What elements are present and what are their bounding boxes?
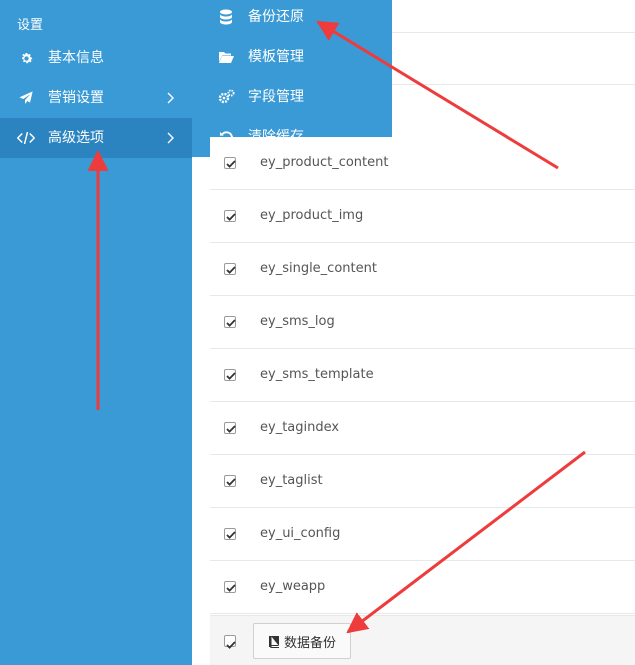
table-row[interactable]: ey_ui_config (210, 508, 635, 561)
footer-row: 数据备份 (210, 615, 635, 665)
sidebar-item-marketing[interactable]: 营销设置 (0, 78, 192, 118)
check-icon (226, 372, 236, 380)
row-checkbox[interactable] (224, 528, 236, 540)
sidebar-item-label: 高级选项 (48, 130, 104, 146)
table-name: ey_product_img (260, 208, 364, 223)
check-icon (226, 266, 236, 274)
table-name: ey_taglist (260, 473, 323, 488)
row-checkbox[interactable] (224, 316, 236, 328)
sidebar-item-label: 基本信息 (48, 50, 104, 66)
row-checkbox[interactable] (224, 369, 236, 381)
check-icon (226, 531, 236, 539)
book-icon (268, 635, 279, 648)
check-icon (226, 213, 236, 221)
table-name: ey_product_content (260, 155, 389, 170)
table-name: ey_ui_config (260, 526, 341, 541)
check-icon (226, 641, 236, 649)
data-backup-button[interactable]: 数据备份 (253, 623, 351, 659)
table-name: ey_weapp (260, 579, 326, 594)
table-row[interactable]: ey_weapp (210, 561, 635, 614)
table-name: ey_single_content (260, 261, 377, 276)
table-list: ey_product_content ey_product_img ey_singl… (210, 0, 635, 665)
check-icon (226, 319, 236, 327)
table-row[interactable]: ey_single_content (210, 243, 635, 296)
table-name: ey_sms_template (260, 367, 374, 382)
check-icon (226, 478, 236, 486)
table-row[interactable]: ey_tagindex (210, 402, 635, 455)
row-checkbox[interactable] (224, 475, 236, 487)
row-checkbox[interactable] (224, 581, 236, 593)
select-all-checkbox[interactable] (224, 635, 236, 649)
table-row[interactable]: ey_sms_template (210, 349, 635, 402)
table-row[interactable]: ey_product_content (210, 137, 635, 190)
table-name: ey_tagindex (260, 420, 340, 435)
sidebar-section-title: 设置 (17, 18, 44, 33)
row-checkbox[interactable] (224, 210, 236, 222)
table-row[interactable]: ey_taglist (210, 455, 635, 508)
row-checkbox[interactable] (224, 422, 236, 434)
code-icon (17, 129, 35, 147)
row-checkbox[interactable] (224, 157, 236, 169)
gear-icon (17, 49, 35, 67)
sidebar-item-basic-info[interactable]: 基本信息 (0, 38, 192, 78)
table-name: ey_sms_log (260, 314, 335, 329)
chevron-right-icon (167, 132, 174, 144)
chevron-right-icon (167, 92, 174, 104)
table-row[interactable]: ey_sms_log (210, 296, 635, 349)
sidebar-item-advanced[interactable]: 高级选项 (0, 118, 192, 158)
check-icon (226, 584, 236, 592)
sidebar-item-label: 营销设置 (48, 90, 104, 106)
check-icon (226, 425, 236, 433)
check-icon (226, 160, 236, 168)
sidebar: 设置 基本信息 营销设置 高级选项 (0, 0, 192, 665)
row-checkbox[interactable] (224, 263, 236, 275)
paper-plane-icon (17, 89, 35, 107)
backup-button-label: 数据备份 (283, 635, 336, 651)
table-row[interactable]: ey_product_img (210, 190, 635, 243)
